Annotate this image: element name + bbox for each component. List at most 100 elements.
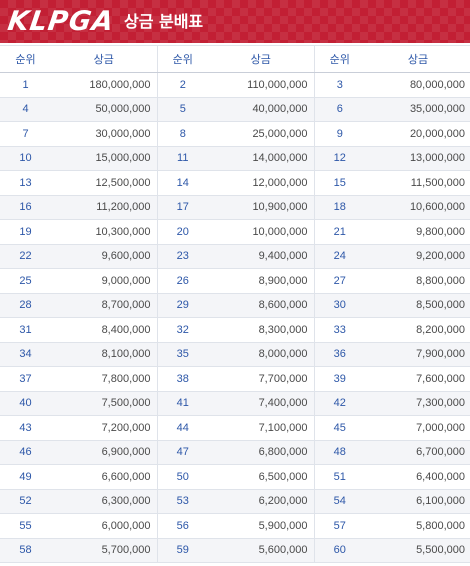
rank-cell: 2 <box>157 72 208 98</box>
rank-cell: 34 <box>0 342 51 367</box>
column-header-prize: 상금 <box>51 45 158 73</box>
column-header-prize: 상금 <box>365 45 470 73</box>
rank-cell: 42 <box>314 391 365 416</box>
prize-cell: 5,900,000 <box>208 513 315 539</box>
table-row: 49 6,600,000 50 6,500,000 51 6,400,000 <box>0 464 470 490</box>
rank-cell: 46 <box>0 440 51 465</box>
table-row: 19 10,300,000 20 10,000,000 21 9,800,000 <box>0 219 470 245</box>
rank-cell: 20 <box>157 219 208 245</box>
rank-cell: 1 <box>0 72 51 98</box>
prize-cell: 5,600,000 <box>208 538 315 563</box>
prize-cell: 7,600,000 <box>365 366 470 392</box>
rank-cell: 22 <box>0 244 51 269</box>
prize-cell: 11,200,000 <box>51 195 158 220</box>
prize-cell: 7,800,000 <box>51 366 158 392</box>
prize-cell: 6,500,000 <box>208 464 315 490</box>
rank-cell: 27 <box>314 268 365 294</box>
prize-cell: 80,000,000 <box>365 72 470 98</box>
rank-cell: 21 <box>314 219 365 245</box>
rank-cell: 15 <box>314 170 365 196</box>
rank-cell: 50 <box>157 464 208 490</box>
table-row: 22 9,600,000 23 9,400,000 24 9,200,000 <box>0 244 470 269</box>
rank-cell: 26 <box>157 268 208 294</box>
rank-cell: 23 <box>157 244 208 269</box>
rank-cell: 59 <box>157 538 208 563</box>
rank-cell: 24 <box>314 244 365 269</box>
prize-cell: 7,700,000 <box>208 366 315 392</box>
klpga-logo: KLPGA <box>5 6 117 37</box>
table-body: 1 180,000,000 2 110,000,000 3 80,000,000 4 50,0… <box>0 72 470 563</box>
rank-cell: 35 <box>157 342 208 367</box>
prize-cell: 25,000,000 <box>208 121 315 147</box>
prize-cell: 6,100,000 <box>365 489 470 514</box>
rank-cell: 11 <box>157 146 208 171</box>
rank-cell: 55 <box>0 513 51 539</box>
rank-cell: 51 <box>314 464 365 490</box>
prize-cell: 6,000,000 <box>51 513 158 539</box>
rank-cell: 17 <box>157 195 208 220</box>
table-row: 46 6,900,000 47 6,800,000 48 6,700,000 <box>0 440 470 465</box>
rank-cell: 13 <box>0 170 51 196</box>
rank-cell: 16 <box>0 195 51 220</box>
prize-cell: 5,500,000 <box>365 538 470 563</box>
prize-cell: 7,900,000 <box>365 342 470 367</box>
table-row: 34 8,100,000 35 8,000,000 36 7,900,000 <box>0 342 470 367</box>
rank-cell: 38 <box>157 366 208 392</box>
column-header-rank: 순위 <box>0 45 51 73</box>
table-row: 58 5,700,000 59 5,600,000 60 5,500,000 <box>0 538 470 563</box>
rank-cell: 28 <box>0 293 51 318</box>
prize-cell: 9,200,000 <box>365 244 470 269</box>
prize-cell: 7,100,000 <box>208 415 315 441</box>
rank-cell: 47 <box>157 440 208 465</box>
prize-cell: 7,400,000 <box>208 391 315 416</box>
rank-cell: 25 <box>0 268 51 294</box>
rank-cell: 53 <box>157 489 208 514</box>
rank-cell: 10 <box>0 146 51 171</box>
prize-cell: 35,000,000 <box>365 97 470 122</box>
rank-cell: 8 <box>157 121 208 147</box>
rank-cell: 49 <box>0 464 51 490</box>
prize-cell: 8,200,000 <box>365 317 470 343</box>
rank-cell: 48 <box>314 440 365 465</box>
prize-cell: 6,600,000 <box>51 464 158 490</box>
prize-cell: 7,200,000 <box>51 415 158 441</box>
rank-cell: 18 <box>314 195 365 220</box>
prize-cell: 6,900,000 <box>51 440 158 465</box>
prize-cell: 11,500,000 <box>365 170 470 196</box>
rank-cell: 33 <box>314 317 365 343</box>
prize-cell: 9,800,000 <box>365 219 470 245</box>
prize-cell: 10,900,000 <box>208 195 315 220</box>
prize-cell: 30,000,000 <box>51 121 158 147</box>
rank-cell: 29 <box>157 293 208 318</box>
prize-cell: 8,600,000 <box>208 293 315 318</box>
prize-cell: 5,800,000 <box>365 513 470 539</box>
rank-cell: 52 <box>0 489 51 514</box>
prize-cell: 6,200,000 <box>208 489 315 514</box>
prize-cell: 6,800,000 <box>208 440 315 465</box>
prize-cell: 6,300,000 <box>51 489 158 514</box>
prize-cell: 10,300,000 <box>51 219 158 245</box>
prize-cell: 8,000,000 <box>208 342 315 367</box>
table-row: 55 6,000,000 56 5,900,000 57 5,800,000 <box>0 513 470 539</box>
prize-table-container: 순위 상금 순위 상금 순위 상금 1 180,000,000 2 110,000,0… <box>0 45 470 563</box>
rank-cell: 5 <box>157 97 208 122</box>
prize-cell: 8,400,000 <box>51 317 158 343</box>
rank-cell: 30 <box>314 293 365 318</box>
table-row: 16 11,200,000 17 10,900,000 18 10,600,000 <box>0 195 470 220</box>
rank-cell: 32 <box>157 317 208 343</box>
prize-cell: 8,300,000 <box>208 317 315 343</box>
table-row: 31 8,400,000 32 8,300,000 33 8,200,000 <box>0 317 470 343</box>
rank-cell: 19 <box>0 219 51 245</box>
prize-cell: 10,600,000 <box>365 195 470 220</box>
prize-cell: 5,700,000 <box>51 538 158 563</box>
table-row: 37 7,800,000 38 7,700,000 39 7,600,000 <box>0 366 470 392</box>
rank-cell: 6 <box>314 97 365 122</box>
rank-cell: 14 <box>157 170 208 196</box>
prize-cell: 50,000,000 <box>51 97 158 122</box>
prize-cell: 8,100,000 <box>51 342 158 367</box>
rank-cell: 36 <box>314 342 365 367</box>
rank-cell: 60 <box>314 538 365 563</box>
prize-cell: 14,000,000 <box>208 146 315 171</box>
table-row: 25 9,000,000 26 8,900,000 27 8,800,000 <box>0 268 470 294</box>
prize-cell: 20,000,000 <box>365 121 470 147</box>
